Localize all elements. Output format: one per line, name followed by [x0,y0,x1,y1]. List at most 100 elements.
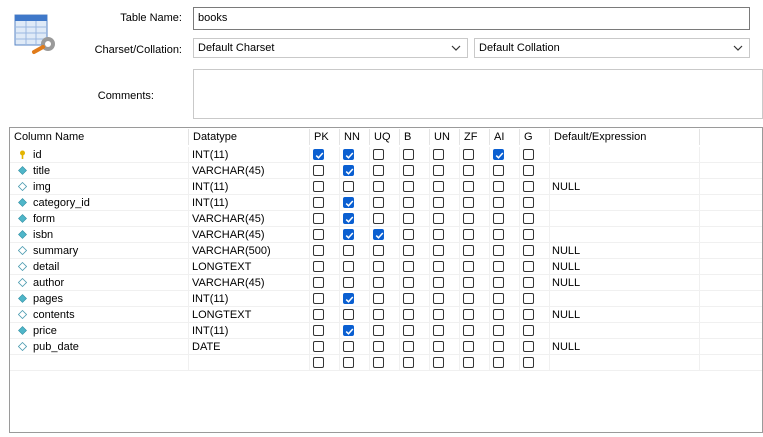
default-expression-cell[interactable] [552,355,692,371]
flag-checkbox-zf[interactable] [463,325,474,336]
default-expression-cell[interactable] [552,195,692,211]
flag-checkbox-pk[interactable] [313,261,324,272]
flag-checkbox-uq[interactable] [373,357,384,368]
flag-checkbox-pk[interactable] [313,149,324,160]
column-name-cell[interactable]: pub_date [33,339,183,355]
flag-checkbox-pk[interactable] [313,357,324,368]
flag-checkbox-zf[interactable] [463,293,474,304]
flag-checkbox-un[interactable] [433,341,444,352]
flag-checkbox-b[interactable] [403,277,414,288]
flag-checkbox-g[interactable] [523,229,534,240]
flag-checkbox-pk[interactable] [313,197,324,208]
table-row[interactable]: pub_date DATE NULL [10,339,762,355]
flag-checkbox-zf[interactable] [463,357,474,368]
table-row[interactable]: detail LONGTEXT NULL [10,259,762,275]
column-name-cell[interactable]: author [33,275,183,291]
flag-checkbox-uq[interactable] [373,309,384,320]
column-name-cell[interactable]: price [33,323,183,339]
columns-grid[interactable]: Column Name Datatype PK NN UQ B UN ZF AI… [9,127,763,433]
flag-checkbox-un[interactable] [433,245,444,256]
flag-checkbox-b[interactable] [403,325,414,336]
flag-checkbox-zf[interactable] [463,181,474,192]
header-uq[interactable]: UQ [370,129,400,145]
flag-checkbox-ai[interactable] [493,309,504,320]
datatype-cell[interactable]: VARCHAR(45) [192,163,307,179]
flag-checkbox-ai[interactable] [493,293,504,304]
flag-checkbox-zf[interactable] [463,309,474,320]
flag-checkbox-nn[interactable] [343,149,354,160]
flag-checkbox-un[interactable] [433,165,444,176]
datatype-cell[interactable]: INT(11) [192,291,307,307]
flag-checkbox-uq[interactable] [373,213,384,224]
flag-checkbox-un[interactable] [433,229,444,240]
header-zf[interactable]: ZF [460,129,490,145]
flag-checkbox-ai[interactable] [493,245,504,256]
flag-checkbox-g[interactable] [523,309,534,320]
flag-checkbox-un[interactable] [433,197,444,208]
flag-checkbox-b[interactable] [403,213,414,224]
flag-checkbox-g[interactable] [523,197,534,208]
column-name-cell[interactable]: title [33,163,183,179]
flag-checkbox-zf[interactable] [463,165,474,176]
flag-checkbox-zf[interactable] [463,197,474,208]
table-row[interactable]: author VARCHAR(45) NULL [10,275,762,291]
flag-checkbox-g[interactable] [523,261,534,272]
flag-checkbox-b[interactable] [403,261,414,272]
datatype-cell[interactable]: VARCHAR(500) [192,243,307,259]
column-name-cell[interactable]: category_id [33,195,183,211]
flag-checkbox-uq[interactable] [373,165,384,176]
flag-checkbox-pk[interactable] [313,325,324,336]
datatype-cell[interactable]: DATE [192,339,307,355]
flag-checkbox-ai[interactable] [493,229,504,240]
flag-checkbox-un[interactable] [433,149,444,160]
flag-checkbox-b[interactable] [403,229,414,240]
default-expression-cell[interactable]: NULL [552,339,692,355]
column-name-cell[interactable]: form [33,211,183,227]
flag-checkbox-un[interactable] [433,325,444,336]
flag-checkbox-nn[interactable] [343,277,354,288]
flag-checkbox-nn[interactable] [343,245,354,256]
default-expression-cell[interactable]: NULL [552,307,692,323]
collation-select[interactable]: Default Collation [474,38,750,58]
flag-checkbox-g[interactable] [523,293,534,304]
flag-checkbox-uq[interactable] [373,149,384,160]
flag-checkbox-zf[interactable] [463,149,474,160]
flag-checkbox-b[interactable] [403,309,414,320]
table-row[interactable]: id INT(11) [10,147,762,163]
datatype-cell[interactable]: VARCHAR(45) [192,227,307,243]
header-pk[interactable]: PK [310,129,340,145]
flag-checkbox-b[interactable] [403,341,414,352]
column-name-cell[interactable]: detail [33,259,183,275]
flag-checkbox-nn[interactable] [343,325,354,336]
flag-checkbox-uq[interactable] [373,197,384,208]
flag-checkbox-nn[interactable] [343,197,354,208]
column-name-cell[interactable] [33,355,183,371]
flag-checkbox-g[interactable] [523,341,534,352]
header-un[interactable]: UN [430,129,460,145]
flag-checkbox-zf[interactable] [463,261,474,272]
flag-checkbox-ai[interactable] [493,197,504,208]
table-row[interactable]: pages INT(11) [10,291,762,307]
default-expression-cell[interactable] [552,147,692,163]
flag-checkbox-un[interactable] [433,309,444,320]
default-expression-cell[interactable] [552,211,692,227]
flag-checkbox-b[interactable] [403,245,414,256]
flag-checkbox-nn[interactable] [343,165,354,176]
flag-checkbox-zf[interactable] [463,341,474,352]
flag-checkbox-g[interactable] [523,165,534,176]
comments-field[interactable] [193,69,763,119]
flag-checkbox-pk[interactable] [313,293,324,304]
flag-checkbox-un[interactable] [433,357,444,368]
flag-checkbox-pk[interactable] [313,309,324,320]
table-row[interactable]: category_id INT(11) [10,195,762,211]
default-expression-cell[interactable] [552,227,692,243]
column-name-cell[interactable]: img [33,179,183,195]
flag-checkbox-b[interactable] [403,197,414,208]
table-row[interactable]: summary VARCHAR(500) NULL [10,243,762,259]
flag-checkbox-b[interactable] [403,181,414,192]
column-name-cell[interactable]: isbn [33,227,183,243]
header-g[interactable]: G [520,129,550,145]
flag-checkbox-g[interactable] [523,213,534,224]
flag-checkbox-pk[interactable] [313,341,324,352]
flag-checkbox-uq[interactable] [373,181,384,192]
